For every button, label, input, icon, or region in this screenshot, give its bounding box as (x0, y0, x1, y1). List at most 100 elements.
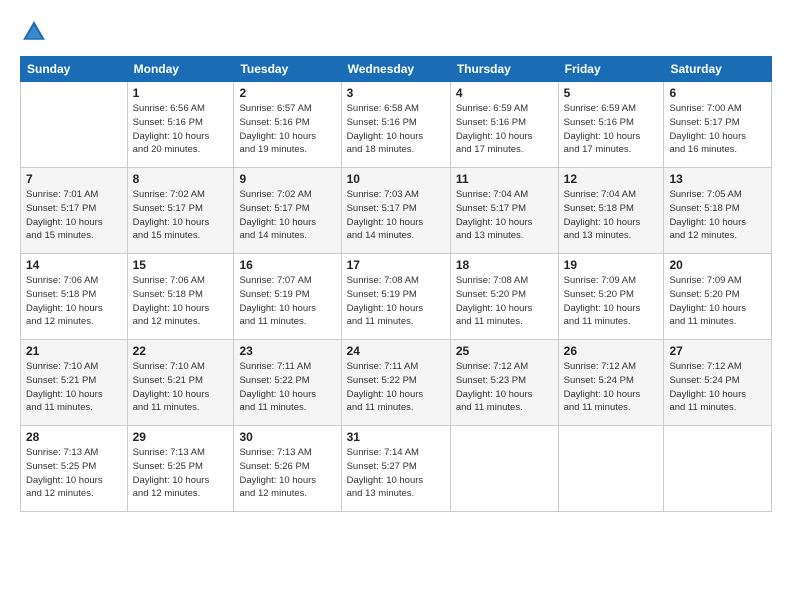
weekday-header-thursday: Thursday (450, 57, 558, 82)
day-info: Sunrise: 7:00 AM Sunset: 5:17 PM Dayligh… (669, 102, 766, 157)
day-number: 15 (133, 258, 229, 272)
day-number: 4 (456, 86, 553, 100)
calendar-cell: 14 Sunrise: 7:06 AM Sunset: 5:18 PM Dayli… (21, 254, 128, 340)
calendar-cell: 9 Sunrise: 7:02 AM Sunset: 5:17 PM Daylig… (234, 168, 341, 254)
calendar-cell: 7 Sunrise: 7:01 AM Sunset: 5:17 PM Daylig… (21, 168, 128, 254)
day-number: 8 (133, 172, 229, 186)
weekday-header-friday: Friday (558, 57, 664, 82)
calendar-cell: 30 Sunrise: 7:13 AM Sunset: 5:26 PM Dayli… (234, 426, 341, 512)
day-number: 27 (669, 344, 766, 358)
day-info: Sunrise: 7:02 AM Sunset: 5:17 PM Dayligh… (133, 188, 229, 243)
day-number: 5 (564, 86, 659, 100)
calendar-cell: 8 Sunrise: 7:02 AM Sunset: 5:17 PM Daylig… (127, 168, 234, 254)
day-info: Sunrise: 7:09 AM Sunset: 5:20 PM Dayligh… (564, 274, 659, 329)
day-info: Sunrise: 7:11 AM Sunset: 5:22 PM Dayligh… (347, 360, 445, 415)
weekday-header-wednesday: Wednesday (341, 57, 450, 82)
day-number: 25 (456, 344, 553, 358)
day-info: Sunrise: 7:08 AM Sunset: 5:20 PM Dayligh… (456, 274, 553, 329)
calendar-cell: 22 Sunrise: 7:10 AM Sunset: 5:21 PM Dayli… (127, 340, 234, 426)
day-number: 10 (347, 172, 445, 186)
day-number: 28 (26, 430, 122, 444)
calendar-cell: 17 Sunrise: 7:08 AM Sunset: 5:19 PM Dayli… (341, 254, 450, 340)
logo-icon (20, 18, 48, 46)
day-info: Sunrise: 7:06 AM Sunset: 5:18 PM Dayligh… (133, 274, 229, 329)
day-info: Sunrise: 6:58 AM Sunset: 5:16 PM Dayligh… (347, 102, 445, 157)
calendar-cell: 26 Sunrise: 7:12 AM Sunset: 5:24 PM Dayli… (558, 340, 664, 426)
calendar-cell (664, 426, 772, 512)
day-number: 7 (26, 172, 122, 186)
day-info: Sunrise: 7:01 AM Sunset: 5:17 PM Dayligh… (26, 188, 122, 243)
day-number: 13 (669, 172, 766, 186)
calendar-cell: 31 Sunrise: 7:14 AM Sunset: 5:27 PM Dayli… (341, 426, 450, 512)
calendar-cell: 23 Sunrise: 7:11 AM Sunset: 5:22 PM Dayli… (234, 340, 341, 426)
weekday-header-sunday: Sunday (21, 57, 128, 82)
day-number: 3 (347, 86, 445, 100)
day-number: 1 (133, 86, 229, 100)
calendar-cell (450, 426, 558, 512)
calendar-cell (558, 426, 664, 512)
calendar-week-2: 7 Sunrise: 7:01 AM Sunset: 5:17 PM Daylig… (21, 168, 772, 254)
day-info: Sunrise: 7:03 AM Sunset: 5:17 PM Dayligh… (347, 188, 445, 243)
calendar-cell: 5Sunrise: 6:59 AM Sunset: 5:16 PM Daylig… (558, 82, 664, 168)
day-number: 17 (347, 258, 445, 272)
day-number: 20 (669, 258, 766, 272)
day-info: Sunrise: 7:12 AM Sunset: 5:23 PM Dayligh… (456, 360, 553, 415)
calendar-cell: 15 Sunrise: 7:06 AM Sunset: 5:18 PM Dayli… (127, 254, 234, 340)
day-info: Sunrise: 7:12 AM Sunset: 5:24 PM Dayligh… (669, 360, 766, 415)
day-number: 6 (669, 86, 766, 100)
day-info: Sunrise: 7:04 AM Sunset: 5:18 PM Dayligh… (564, 188, 659, 243)
calendar-week-3: 14 Sunrise: 7:06 AM Sunset: 5:18 PM Dayli… (21, 254, 772, 340)
day-number: 16 (239, 258, 335, 272)
day-number: 24 (347, 344, 445, 358)
calendar-cell: 13Sunrise: 7:05 AM Sunset: 5:18 PM Dayli… (664, 168, 772, 254)
day-info: Sunrise: 7:13 AM Sunset: 5:25 PM Dayligh… (133, 446, 229, 501)
day-number: 2 (239, 86, 335, 100)
day-number: 23 (239, 344, 335, 358)
day-number: 12 (564, 172, 659, 186)
calendar-cell: 2 Sunrise: 6:57 AM Sunset: 5:16 PM Daylig… (234, 82, 341, 168)
calendar-cell: 11 Sunrise: 7:04 AM Sunset: 5:17 PM Dayli… (450, 168, 558, 254)
day-number: 26 (564, 344, 659, 358)
calendar-cell: 6 Sunrise: 7:00 AM Sunset: 5:17 PM Daylig… (664, 82, 772, 168)
day-number: 30 (239, 430, 335, 444)
calendar-cell: 1Sunrise: 6:56 AM Sunset: 5:16 PM Daylig… (127, 82, 234, 168)
day-info: Sunrise: 7:02 AM Sunset: 5:17 PM Dayligh… (239, 188, 335, 243)
calendar-cell: 18Sunrise: 7:08 AM Sunset: 5:20 PM Dayli… (450, 254, 558, 340)
day-number: 29 (133, 430, 229, 444)
day-info: Sunrise: 7:09 AM Sunset: 5:20 PM Dayligh… (669, 274, 766, 329)
weekday-header-tuesday: Tuesday (234, 57, 341, 82)
calendar-cell: 19 Sunrise: 7:09 AM Sunset: 5:20 PM Dayli… (558, 254, 664, 340)
calendar-cell: 28Sunrise: 7:13 AM Sunset: 5:25 PM Dayli… (21, 426, 128, 512)
day-info: Sunrise: 7:04 AM Sunset: 5:17 PM Dayligh… (456, 188, 553, 243)
calendar-cell: 24 Sunrise: 7:11 AM Sunset: 5:22 PM Dayli… (341, 340, 450, 426)
calendar-cell: 21Sunrise: 7:10 AM Sunset: 5:21 PM Dayli… (21, 340, 128, 426)
calendar-cell: 29 Sunrise: 7:13 AM Sunset: 5:25 PM Dayli… (127, 426, 234, 512)
calendar-cell: 12 Sunrise: 7:04 AM Sunset: 5:18 PM Dayli… (558, 168, 664, 254)
day-number: 11 (456, 172, 553, 186)
weekday-header-row: SundayMondayTuesdayWednesdayThursdayFrid… (21, 57, 772, 82)
day-info: Sunrise: 7:12 AM Sunset: 5:24 PM Dayligh… (564, 360, 659, 415)
day-info: Sunrise: 7:08 AM Sunset: 5:19 PM Dayligh… (347, 274, 445, 329)
calendar-cell: 27 Sunrise: 7:12 AM Sunset: 5:24 PM Dayli… (664, 340, 772, 426)
calendar-cell (21, 82, 128, 168)
logo (20, 18, 52, 46)
day-number: 19 (564, 258, 659, 272)
page: SundayMondayTuesdayWednesdayThursdayFrid… (0, 0, 792, 612)
calendar-cell: 16Sunrise: 7:07 AM Sunset: 5:19 PM Dayli… (234, 254, 341, 340)
calendar-cell: 3 Sunrise: 6:58 AM Sunset: 5:16 PM Daylig… (341, 82, 450, 168)
day-number: 22 (133, 344, 229, 358)
day-info: Sunrise: 6:57 AM Sunset: 5:16 PM Dayligh… (239, 102, 335, 157)
day-info: Sunrise: 7:13 AM Sunset: 5:26 PM Dayligh… (239, 446, 335, 501)
day-number: 14 (26, 258, 122, 272)
calendar-week-1: 1Sunrise: 6:56 AM Sunset: 5:16 PM Daylig… (21, 82, 772, 168)
day-number: 9 (239, 172, 335, 186)
calendar-week-4: 21Sunrise: 7:10 AM Sunset: 5:21 PM Dayli… (21, 340, 772, 426)
day-info: Sunrise: 7:10 AM Sunset: 5:21 PM Dayligh… (133, 360, 229, 415)
day-number: 31 (347, 430, 445, 444)
day-info: Sunrise: 7:06 AM Sunset: 5:18 PM Dayligh… (26, 274, 122, 329)
day-info: Sunrise: 7:11 AM Sunset: 5:22 PM Dayligh… (239, 360, 335, 415)
day-info: Sunrise: 7:14 AM Sunset: 5:27 PM Dayligh… (347, 446, 445, 501)
calendar-cell: 25 Sunrise: 7:12 AM Sunset: 5:23 PM Dayli… (450, 340, 558, 426)
calendar-week-5: 28 Sunrise: 7:13 AM Sunset: 5:25 PM Dayli… (21, 426, 772, 512)
header (20, 18, 772, 46)
